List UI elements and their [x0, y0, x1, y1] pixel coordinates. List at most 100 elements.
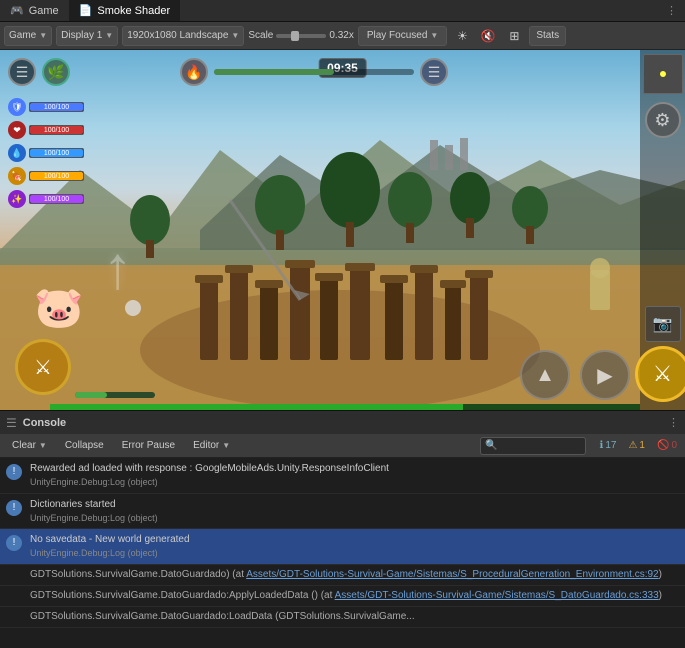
toolbar: Game ▼ Display 1 ▼ 1920x1080 Landscape ▼…	[0, 22, 685, 50]
tab-bar: 🎮 Game 📄 Smoke Shader ⋮	[0, 0, 685, 22]
hud-green-icon: 🌿	[42, 58, 70, 86]
search-input[interactable]	[501, 440, 581, 451]
search-icon: 🔍	[485, 440, 497, 451]
display-select-label: Display 1	[61, 30, 102, 41]
resolution-select[interactable]: 1920x1080 Landscape ▼	[122, 26, 244, 46]
stat-row-water: 💧 100/100	[8, 144, 84, 162]
hud-left-sword-button[interactable]: ⚔	[15, 339, 71, 395]
console-log[interactable]: ! Rewarded ad loaded with response : Goo…	[0, 458, 685, 648]
hud-exp-bar-fill	[214, 69, 334, 75]
stats-label: Stats	[536, 30, 559, 41]
log-plain-2-link[interactable]: Assets/GDT-Solutions-Survival-Game/Siste…	[335, 590, 659, 601]
console-more-button[interactable]: ⋮	[668, 416, 679, 429]
hud-pig: 🐷	[34, 284, 84, 331]
log-sub-2: UnityEngine.Debug:Log (object)	[30, 512, 679, 525]
badge-info[interactable]: ℹ 17	[596, 439, 621, 452]
log-plain-1-suffix: )	[659, 569, 662, 580]
play-focused-button[interactable]: Play Focused ▼	[358, 26, 448, 46]
console-toolbar: Clear ▼ Collapse Error Pause Editor ▼ 🔍 …	[0, 434, 685, 458]
editor-button[interactable]: Editor ▼	[185, 437, 238, 455]
scale-control: Scale 0.32x	[248, 30, 353, 41]
resolution-chevron: ▼	[231, 31, 239, 40]
log-content-3: No savedata - New world generated UnityE…	[30, 533, 679, 560]
smoke-shader-tab-icon: 📄	[79, 4, 93, 17]
hud-health-bar-bottom-fill	[50, 404, 463, 410]
warn-count: 1	[639, 440, 645, 451]
hud-stat-bars: 🛡 100/100 ❤ 100/100 💧 100/100 🍖	[8, 98, 84, 208]
stat-icon-water: 💧	[8, 144, 26, 162]
hud-right-button[interactable]: ▶	[580, 350, 630, 400]
tab-game[interactable]: 🎮 Game	[0, 0, 69, 21]
log-plain-2-suffix: )	[659, 590, 662, 601]
console-badges: ℹ 17 ⚠ 1 🚫 0	[596, 439, 681, 452]
stat-row-health: ❤ 100/100	[8, 121, 84, 139]
hud-exp-bar-bg	[214, 69, 414, 75]
stat-bar-shield-bg: 100/100	[29, 102, 84, 112]
badge-error[interactable]: 🚫 0	[653, 439, 681, 452]
collapse-button[interactable]: Collapse	[57, 437, 112, 455]
smoke-shader-tab-label: Smoke Shader	[97, 5, 170, 17]
clear-button[interactable]: Clear ▼	[4, 437, 55, 455]
scale-slider-thumb	[291, 31, 299, 41]
display-chevron: ▼	[105, 31, 113, 40]
error-pause-button[interactable]: Error Pause	[114, 437, 183, 455]
hud-attack-button[interactable]: ⚔	[635, 346, 685, 402]
stat-bar-water-bg: 100/100	[29, 148, 84, 158]
clear-chevron: ▼	[39, 441, 47, 450]
console-title: Console	[23, 417, 66, 429]
grid-icon-button[interactable]: ⊞	[503, 26, 525, 46]
hud-arrow-indicator: ↑	[103, 233, 133, 302]
hud-camera-button[interactable]: 📷	[645, 306, 681, 342]
log-sub-3: UnityEngine.Debug:Log (object)	[30, 547, 679, 560]
scale-label: Scale	[248, 30, 273, 41]
sun-icon-button[interactable]: ☀	[451, 26, 473, 46]
hud-left-icon: ☰	[8, 58, 36, 86]
tab-more-button[interactable]: ⋮	[658, 4, 685, 17]
hud-health-bar-bottom-bg	[50, 404, 640, 410]
hud-sword-bar-fill	[75, 392, 107, 398]
console-bar: ☰ Console ⋮	[0, 410, 685, 434]
display-select[interactable]: Display 1 ▼	[56, 26, 118, 46]
stats-button[interactable]: Stats	[529, 26, 566, 46]
scale-slider-track[interactable]	[276, 34, 326, 38]
hud-gear-button[interactable]: ⚙	[645, 102, 681, 138]
tab-smoke-shader[interactable]: 📄 Smoke Shader	[69, 0, 180, 21]
stat-icon-health: ❤	[8, 121, 26, 139]
game-select-chevron: ▼	[39, 31, 47, 40]
stat-bar-magic-bg: 100/100	[29, 194, 84, 204]
game-tab-label: Game	[29, 5, 59, 17]
stat-bar-food-bg: 100/100	[29, 171, 84, 181]
log-plain-3: GDTSolutions.SurvivalGame.DatoGuardado:L…	[0, 607, 685, 628]
hud-minimap	[643, 54, 683, 94]
log-plain-1-link[interactable]: Assets/GDT-Solutions-Survival-Game/Siste…	[246, 569, 658, 580]
play-focused-chevron: ▼	[430, 31, 438, 40]
warn-icon: ⚠	[628, 440, 637, 451]
hud-up-button[interactable]: ▲	[520, 350, 570, 400]
log-content-2: Dictionaries started UnityEngine.Debug:L…	[30, 498, 679, 525]
error-icon: 🚫	[657, 440, 669, 451]
stat-icon-magic: ✨	[8, 190, 26, 208]
hud-top: ☰ 🌿	[8, 58, 70, 86]
game-viewport[interactable]: 09:35 ☰ 🌿 🔥 ☰ 🛡 100/100 ❤ 100/100	[0, 50, 685, 410]
info-count: 17	[605, 440, 616, 451]
console-search-box[interactable]: 🔍	[480, 437, 585, 455]
error-count: 0	[671, 440, 677, 451]
stat-row-shield: 🛡 100/100	[8, 98, 84, 116]
play-focused-label: Play Focused	[367, 30, 428, 41]
badge-warn[interactable]: ⚠ 1	[624, 439, 649, 452]
scale-value: 0.32x	[329, 30, 353, 41]
game-select[interactable]: Game ▼	[4, 26, 52, 46]
hud-sword-bar-bg	[75, 392, 155, 398]
log-main-1: Rewarded ad loaded with response : Googl…	[30, 462, 679, 476]
log-entry-2: ! Dictionaries started UnityEngine.Debug…	[0, 494, 685, 530]
log-main-2: Dictionaries started	[30, 498, 679, 512]
stat-label-shield: 100/100	[30, 103, 83, 112]
log-entry-3: ! No savedata - New world generated Unit…	[0, 529, 685, 565]
error-pause-label: Error Pause	[122, 440, 175, 451]
log-main-3: No savedata - New world generated	[30, 533, 679, 547]
log-plain-1: GDTSolutions.SurvivalGame.DatoGuardado) …	[0, 565, 685, 586]
mute-icon-button[interactable]: 🔇	[477, 26, 499, 46]
log-icon-2: !	[6, 500, 22, 516]
hud-center-icons: 🔥 ☰	[180, 58, 448, 86]
log-plain-1-text: GDTSolutions.SurvivalGame.DatoGuardado) …	[30, 569, 246, 580]
